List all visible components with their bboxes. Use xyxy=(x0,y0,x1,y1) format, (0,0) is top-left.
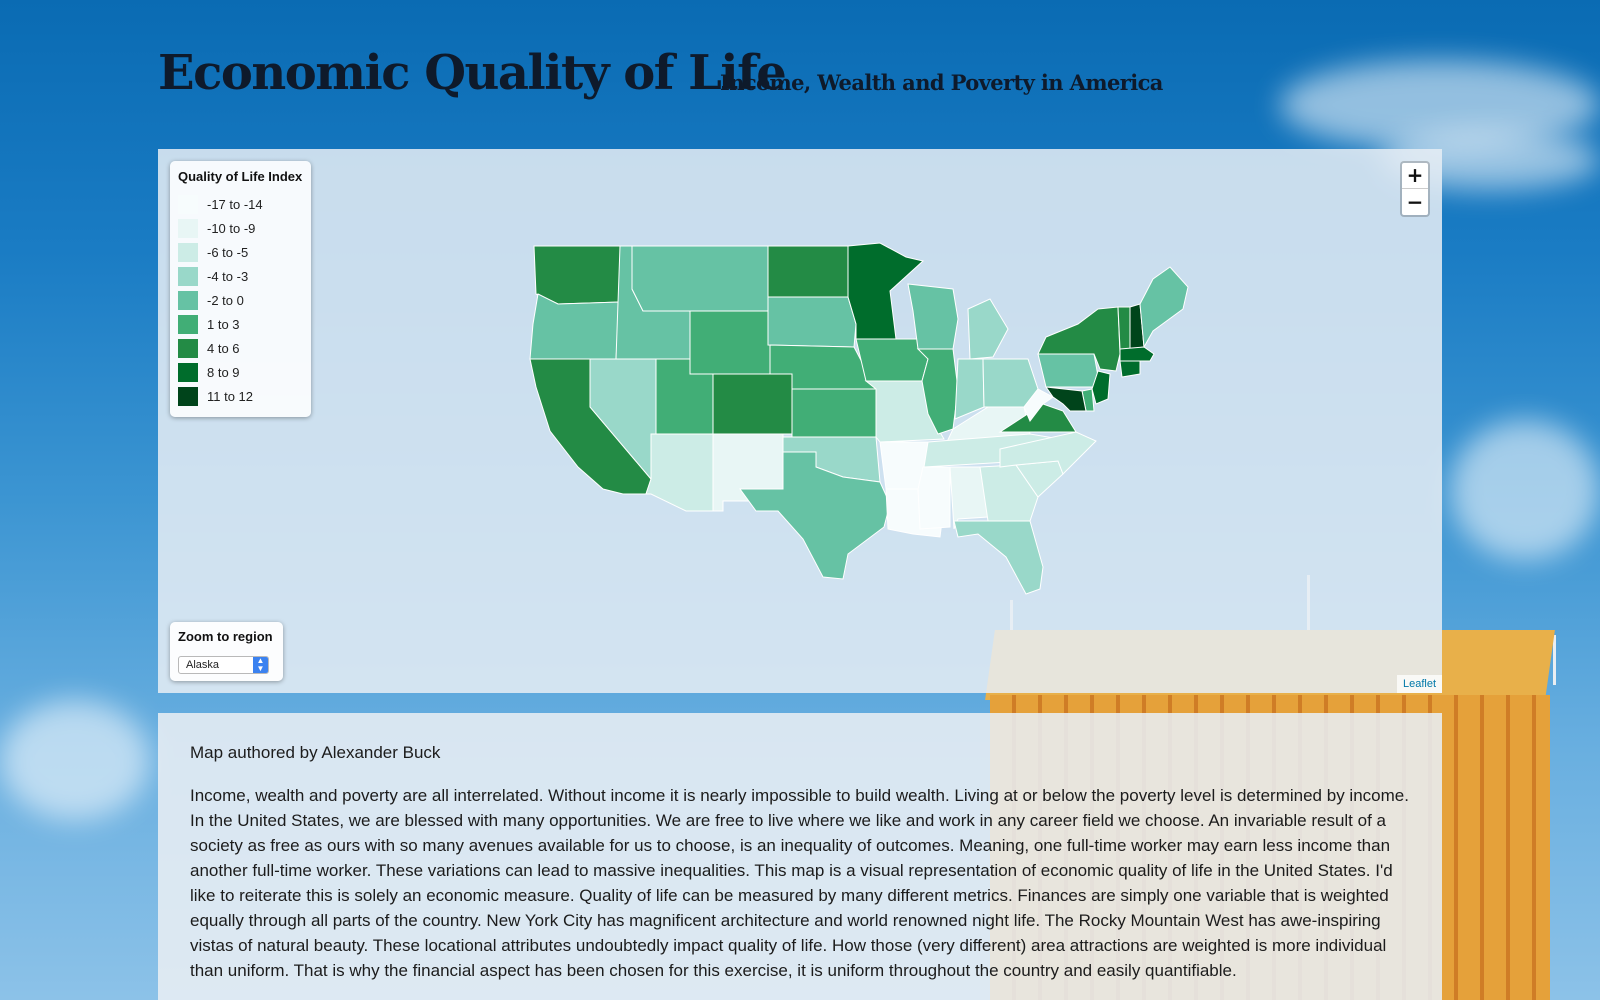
legend-swatch xyxy=(178,362,198,382)
legend-label: -17 to -14 xyxy=(207,196,263,212)
state-MS[interactable] xyxy=(917,466,951,530)
legend-label: 1 to 3 xyxy=(207,316,240,332)
legend-item: -10 to -9 xyxy=(178,218,255,238)
state-IN[interactable] xyxy=(954,358,985,420)
state-MT[interactable] xyxy=(631,245,769,312)
state-WY[interactable] xyxy=(689,310,771,375)
legend-item: -2 to 0 xyxy=(178,290,244,310)
legend-item: -17 to -14 xyxy=(178,194,263,214)
zoom-to-region-control: Zoom to region Alaska ▲ ▼ xyxy=(170,622,283,681)
info-panel: Map authored by Alexander Buck Income, w… xyxy=(158,713,1442,1000)
state-PA[interactable] xyxy=(1037,353,1101,388)
map-attribution-link[interactable]: Leaflet xyxy=(1396,675,1442,693)
us-choropleth-map[interactable] xyxy=(158,149,1442,693)
state-KS[interactable] xyxy=(791,388,877,438)
state-CO[interactable] xyxy=(712,373,793,435)
zoom-in-button[interactable]: + xyxy=(1402,163,1428,189)
state-WA[interactable] xyxy=(533,245,621,305)
legend-swatch xyxy=(178,266,198,286)
legend-swatch xyxy=(178,242,198,262)
legend-label: -10 to -9 xyxy=(207,220,256,236)
legend-label: -6 to -5 xyxy=(207,244,249,260)
region-select[interactable]: Alaska ▲ ▼ xyxy=(178,656,269,674)
page-subtitle: Income, Wealth and Poverty in America xyxy=(720,70,1163,95)
legend-label: 4 to 6 xyxy=(207,340,240,356)
zoom-out-button[interactable]: − xyxy=(1402,189,1428,215)
legend-swatch xyxy=(178,194,198,214)
page-title: Economic Quality of Life xyxy=(158,45,787,101)
state-AZ[interactable] xyxy=(645,433,714,512)
legend-swatch xyxy=(178,314,198,334)
legend-item: -6 to -5 xyxy=(178,242,248,262)
author-credit: Map authored by Alexander Buck xyxy=(190,743,441,762)
legend-swatch xyxy=(178,290,198,310)
legend-label: -2 to 0 xyxy=(207,292,244,308)
state-MI[interactable] xyxy=(967,298,1009,360)
legend-item: 1 to 3 xyxy=(178,314,240,334)
zoom-control: + − xyxy=(1400,161,1430,217)
legend-item: 4 to 6 xyxy=(178,338,240,358)
zoom-to-region-label: Zoom to region xyxy=(178,629,273,644)
legend-title: Quality of Life Index xyxy=(178,169,303,184)
state-ND[interactable] xyxy=(767,245,849,298)
legend-swatch xyxy=(178,386,198,406)
state-VT[interactable] xyxy=(1117,306,1131,350)
state-SD[interactable] xyxy=(767,296,857,348)
legend-label: 11 to 12 xyxy=(207,388,254,404)
legend-item: 11 to 12 xyxy=(178,386,253,406)
state-OR[interactable] xyxy=(529,293,621,360)
select-arrows-icon: ▲ ▼ xyxy=(253,657,268,673)
map-legend: Quality of Life Index -17 to -14 -10 to … xyxy=(170,161,311,417)
legend-swatch xyxy=(178,338,198,358)
state-FL[interactable] xyxy=(953,520,1044,595)
legend-swatch xyxy=(178,218,198,238)
state-MA[interactable] xyxy=(1119,346,1155,362)
legend-item: 8 to 9 xyxy=(178,362,240,382)
legend-label: -4 to -3 xyxy=(207,268,249,284)
state-ME[interactable] xyxy=(1139,266,1189,349)
legend-item: -4 to -3 xyxy=(178,266,248,286)
map-container[interactable]: Quality of Life Index -17 to -14 -10 to … xyxy=(158,149,1442,693)
cloud xyxy=(0,700,150,820)
tower-pole xyxy=(1553,635,1556,685)
state-CT[interactable] xyxy=(1119,360,1141,378)
region-select-value: Alaska xyxy=(186,659,220,671)
description-text: Income, wealth and poverty are all inter… xyxy=(190,786,1409,980)
legend-label: 8 to 9 xyxy=(207,364,240,380)
cloud xyxy=(1450,420,1600,560)
